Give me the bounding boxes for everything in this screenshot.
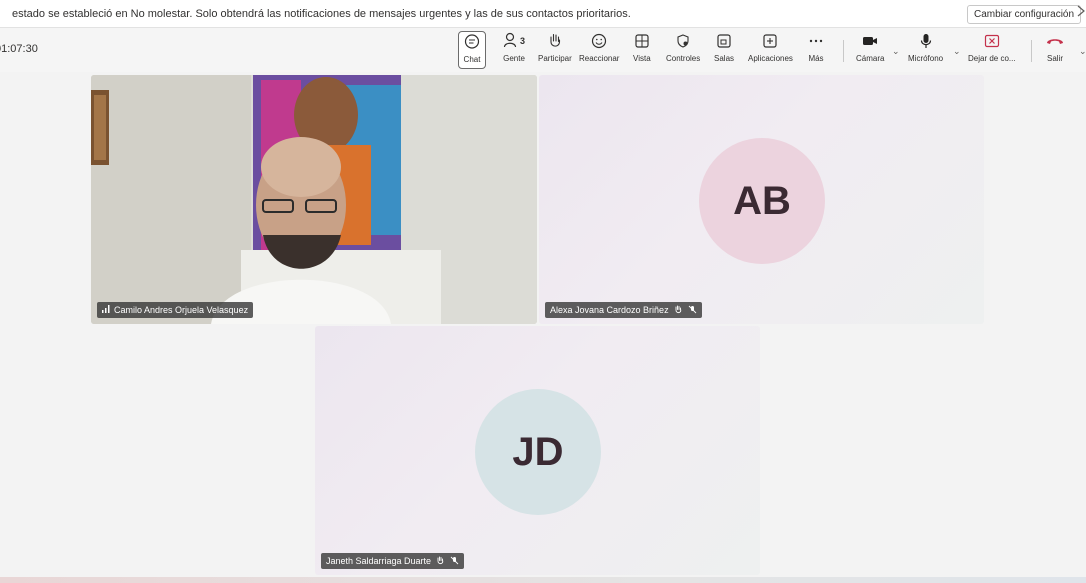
view-button[interactable]: Vista (633, 31, 651, 69)
apps-button[interactable]: Aplicaciones (748, 31, 793, 69)
participant-avatar: AB (699, 138, 825, 264)
microphone-label: Micrófono (908, 54, 944, 63)
people-count: 3 (520, 36, 526, 46)
grid-view-icon (634, 31, 650, 51)
microphone-button[interactable]: Micrófono (908, 31, 943, 69)
participant-avatar: JD (475, 389, 601, 515)
more-button[interactable]: Más (808, 31, 824, 69)
participant-video-feed (91, 75, 537, 324)
taskbar-edge (0, 577, 1086, 583)
leave-button[interactable]: Salir (1045, 31, 1065, 69)
apps-label: Aplicaciones (748, 54, 793, 63)
stop-sharing-label: Dejar de co... (968, 54, 1016, 63)
people-button[interactable]: 3 Gente (503, 31, 525, 69)
hand-icon (547, 31, 563, 51)
participant-name-tag: Camilo Andres Orjuela Velasquez (97, 302, 254, 318)
view-label: Vista (633, 54, 651, 63)
more-dots-icon (808, 31, 824, 51)
participant-name-tag: Janeth Saldarriaga Duarte (321, 553, 465, 569)
smiley-icon (590, 31, 608, 51)
chat-button[interactable]: Chat (458, 31, 486, 69)
raise-hand-label: Participar (538, 54, 572, 63)
change-settings-button[interactable]: Cambiar configuración (967, 5, 1082, 24)
add-app-icon (762, 31, 778, 51)
camera-label: Cámara (856, 54, 885, 63)
camera-options-chevron-icon[interactable]: ⌄ (892, 46, 900, 57)
toolbar-separator (843, 40, 844, 62)
participant-name: Camilo Andres Orjuela Velasquez (114, 305, 249, 315)
microphone-icon (919, 31, 933, 51)
stop-share-icon (983, 31, 1001, 51)
react-label: Reaccionar (579, 54, 620, 63)
hang-up-phone-icon (1045, 31, 1065, 51)
raise-hand-button[interactable]: Participar (538, 31, 572, 69)
participant-tile-avatar[interactable]: AB Alexa Jovana Cardozo Briñez (539, 75, 984, 324)
mic-muted-icon (450, 556, 459, 567)
video-stage: Camilo Andres Orjuela Velasquez AB Alexa… (0, 72, 1086, 583)
stop-sharing-button[interactable]: Dejar de co... (968, 31, 1016, 69)
participant-tile-avatar[interactable]: JD Janeth Saldarriaga Duarte (315, 326, 760, 575)
rooms-label: Salas (714, 54, 735, 63)
react-button[interactable]: Reaccionar (579, 31, 619, 69)
rooms-button[interactable]: Salas (714, 31, 734, 69)
chat-label: Chat (463, 55, 481, 64)
people-label: Gente (503, 54, 525, 63)
mic-muted-icon (688, 305, 697, 316)
breakout-rooms-icon (716, 31, 732, 51)
chat-icon (463, 32, 481, 52)
meeting-toolbar: 01:07:30 Chat 3 Gente Participar Reaccio… (0, 28, 1086, 72)
hand-raised-icon (436, 556, 445, 567)
more-label: Más (808, 54, 824, 63)
participant-tile-video[interactable]: Camilo Andres Orjuela Velasquez (91, 75, 537, 324)
shield-controls-icon (675, 31, 691, 51)
leave-options-chevron-icon[interactable]: ⌄ (1079, 46, 1086, 57)
camera-icon (861, 31, 879, 51)
controls-label: Controles (666, 54, 701, 63)
close-notification-icon[interactable] (1076, 5, 1086, 20)
toolbar-separator (1031, 40, 1032, 62)
participant-name: Janeth Saldarriaga Duarte (326, 556, 432, 566)
signal-strength-icon (102, 305, 110, 315)
microphone-options-chevron-icon[interactable]: ⌄ (953, 46, 961, 57)
participant-name-tag: Alexa Jovana Cardozo Briñez (545, 302, 702, 318)
controls-button[interactable]: Controles (666, 31, 700, 69)
participant-name: Alexa Jovana Cardozo Briñez (550, 305, 669, 315)
hand-raised-icon (674, 305, 683, 316)
meeting-timer: 01:07:30 (0, 43, 38, 55)
people-icon: 3 (503, 31, 525, 51)
dnd-notification-bar: estado se estableció en No molestar. Sol… (0, 0, 1086, 28)
camera-button[interactable]: Cámara (856, 31, 884, 69)
leave-label: Salir (1046, 54, 1063, 63)
dnd-notification-text: estado se estableció en No molestar. Sol… (12, 7, 631, 20)
